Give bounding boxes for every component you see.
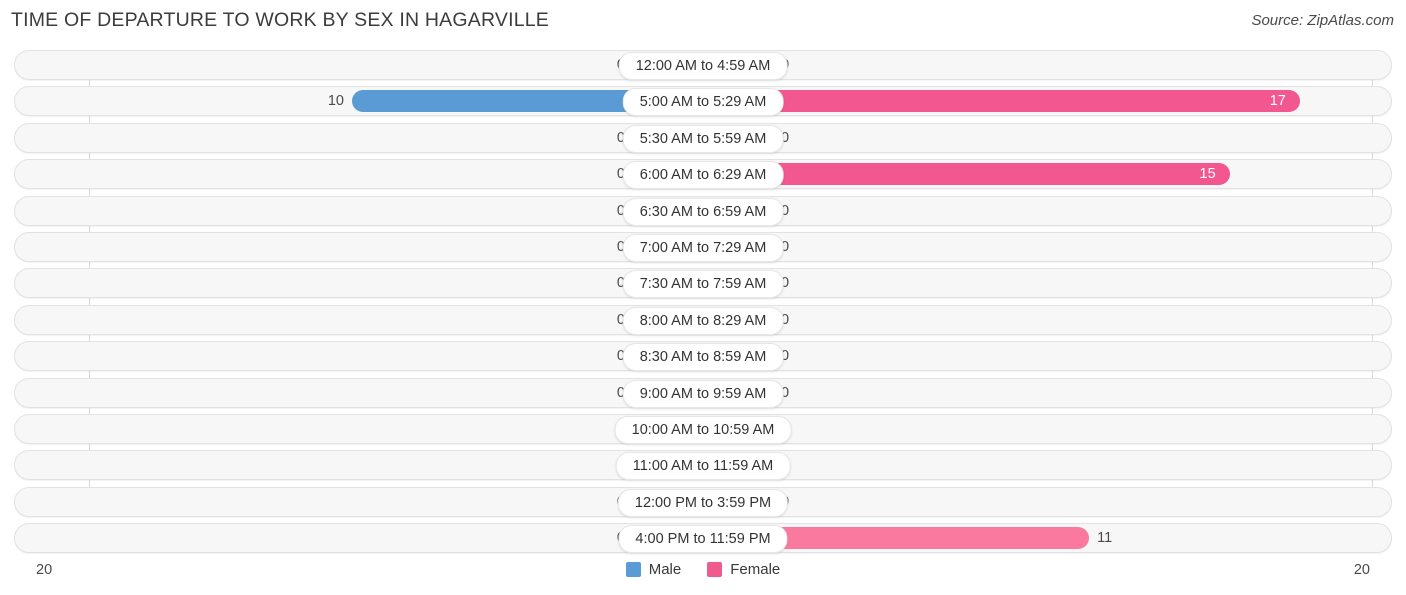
value-label-male: 10 xyxy=(327,93,344,110)
chart-row: 0 0 8:30 AM to 8:59 AM xyxy=(14,341,1392,372)
chart-row: 0012:00 AM to 4:59 AM xyxy=(14,50,1392,80)
legend-label: Male xyxy=(648,561,682,578)
category-label[interactable]: 5:00 AM to 5:29 AM xyxy=(622,88,784,117)
source-attribution: Source: ZipAtlas.com xyxy=(1251,12,1394,29)
chart-row: 0011:00 AM to 11:59 AM xyxy=(14,450,1392,481)
value-label-female: 17 xyxy=(1269,93,1286,110)
category-label[interactable]: 7:30 AM to 7:59 AM xyxy=(622,270,784,299)
legend-label: Female xyxy=(730,561,781,578)
value-label-female: 11 xyxy=(1097,530,1113,547)
category-label[interactable]: 5:30 AM to 5:59 AM xyxy=(622,124,784,153)
category-label[interactable]: 11:00 AM to 11:59 AM xyxy=(615,452,791,481)
category-label[interactable]: 12:00 PM to 3:59 PM xyxy=(617,488,789,517)
chart-rows: 0012:00 AM to 4:59 AM 10 17 5:00 AM to 5:29… xyxy=(0,50,1406,559)
category-label[interactable]: 4:00 PM to 11:59 PM xyxy=(618,525,788,554)
category-label[interactable]: 9:00 AM to 9:59 AM xyxy=(622,379,784,408)
bar-female xyxy=(703,90,1300,113)
legend-swatch-icon xyxy=(625,562,641,577)
chart-row: 0114:00 PM to 11:59 PM xyxy=(14,523,1392,554)
chart-row: 0010:00 AM to 10:59 AM xyxy=(14,413,1392,444)
chart-row: 0 0 8:00 AM to 8:29 AM xyxy=(14,304,1392,335)
chart-row: 0012:00 PM to 3:59 PM xyxy=(14,486,1392,517)
legend-swatch-icon xyxy=(707,562,723,577)
chart-row: 0 0 7:00 AM to 7:29 AM xyxy=(14,231,1392,262)
chart-row: 0 0 5:30 AM to 5:59 AM xyxy=(14,122,1392,153)
legend-item-female[interactable]: Female xyxy=(707,561,780,578)
page-title: TIME OF DEPARTURE TO WORK BY SEX IN HAGA… xyxy=(11,9,549,31)
category-label[interactable]: 8:30 AM to 8:59 AM xyxy=(622,343,784,372)
category-label[interactable]: 8:00 AM to 8:29 AM xyxy=(622,306,784,335)
chart-row: 0 0 7:30 AM to 7:59 AM xyxy=(14,268,1392,299)
chart-plot-area: 0012:00 AM to 4:59 AM 10 17 5:00 AM to 5:29… xyxy=(0,50,1406,554)
chart-row: 0 0 9:00 AM to 9:59 AM xyxy=(14,377,1392,408)
category-label[interactable]: 10:00 AM to 10:59 AM xyxy=(614,415,792,444)
chart-header: TIME OF DEPARTURE TO WORK BY SEX IN HAGA… xyxy=(0,0,1406,44)
chart-footer: 20 20 Male Female xyxy=(0,554,1406,595)
value-label-female: 15 xyxy=(1199,166,1216,183)
category-label[interactable]: 6:00 AM to 6:29 AM xyxy=(622,161,784,190)
chart-row: 0 15 6:00 AM to 6:29 AM xyxy=(14,159,1392,190)
chart-row: 0 0 6:30 AM to 6:59 AM xyxy=(14,195,1392,226)
legend-item-male[interactable]: Male xyxy=(625,561,682,578)
category-label[interactable]: 12:00 AM to 4:59 AM xyxy=(618,52,788,80)
chart-legend: Male Female xyxy=(0,561,1406,578)
category-label[interactable]: 7:00 AM to 7:29 AM xyxy=(622,233,784,262)
category-label[interactable]: 6:30 AM to 6:59 AM xyxy=(622,197,784,226)
chart-row: 10 17 5:00 AM to 5:29 AM xyxy=(14,86,1392,117)
